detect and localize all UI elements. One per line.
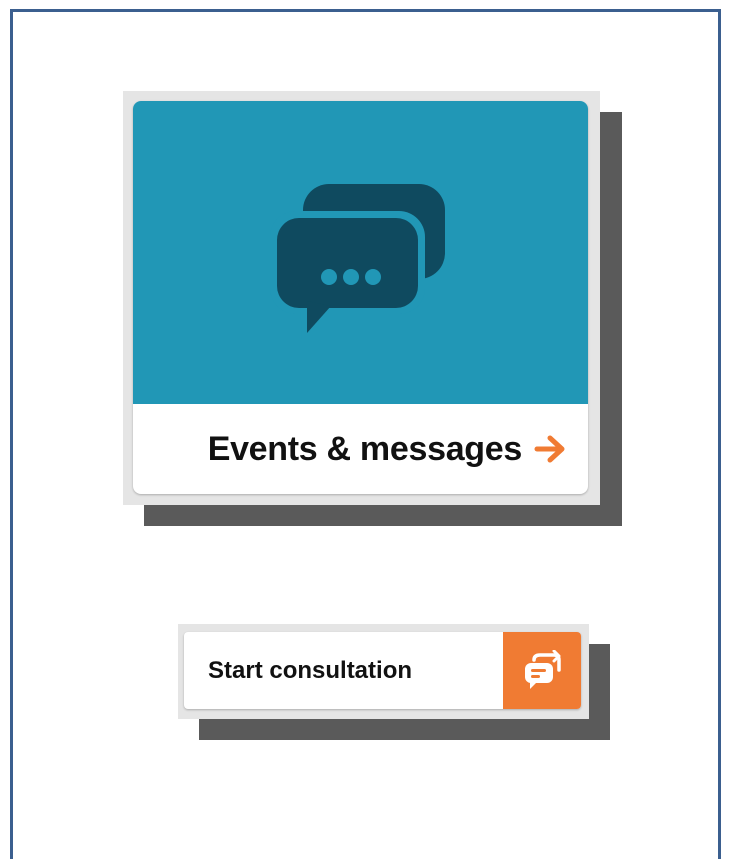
events-messages-card[interactable]: Events & messages [133,101,588,494]
consultation-icon-box [503,632,581,709]
chat-bubbles-icon [270,184,445,339]
arrow-right-icon [534,435,566,463]
events-messages-label: Events & messages [207,429,523,468]
card-label-row: Events & messages [133,404,588,494]
card-image-area [133,101,588,404]
chat-refresh-icon [525,649,561,689]
start-consultation-label: Start consultation [208,657,413,684]
start-consultation-button[interactable]: Start consultation [184,632,581,709]
